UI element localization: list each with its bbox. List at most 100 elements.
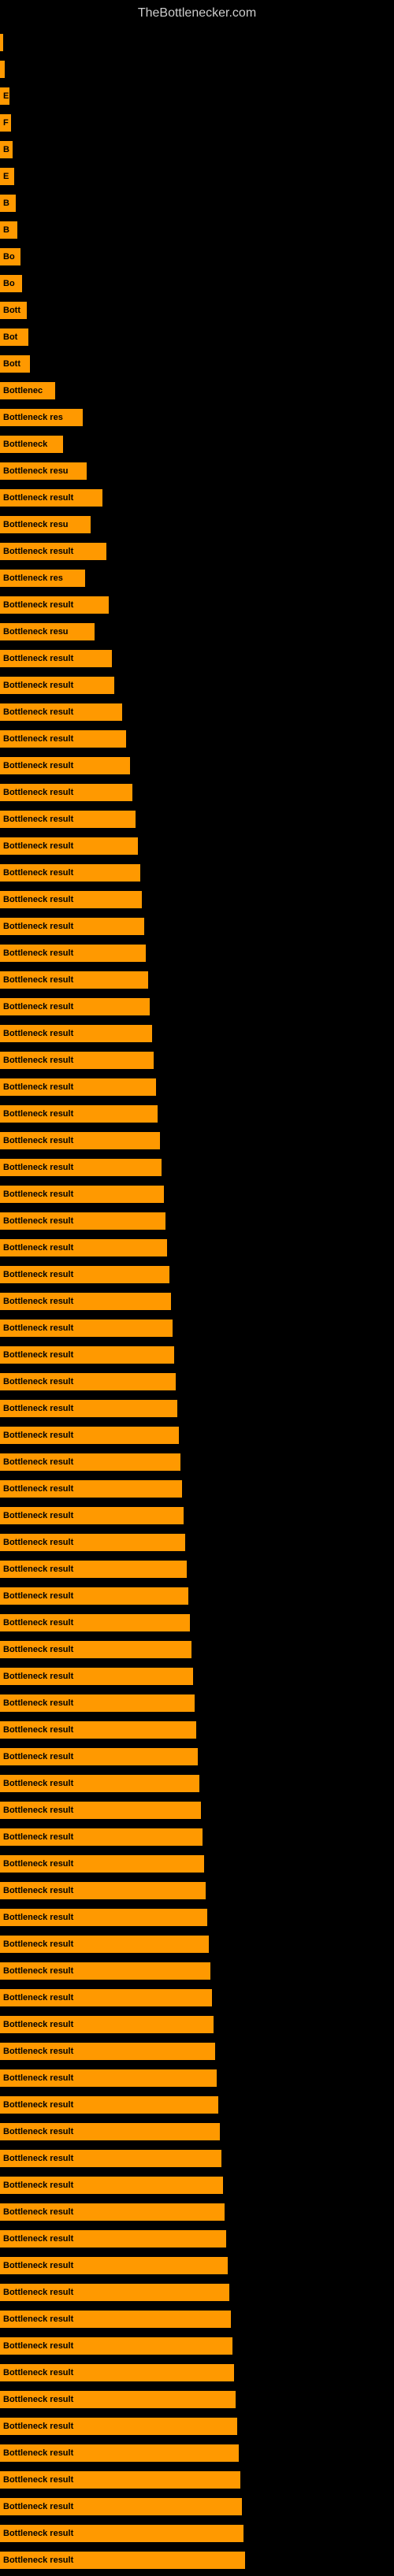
bar: Bottleneck result [0,2552,245,2569]
bar-row: Bottleneck resu [0,460,394,482]
bar-row: Bottleneck result [0,1424,394,1446]
bar-label: Bottleneck result [3,1270,73,1279]
bar-label: Bottleneck result [3,1323,73,1333]
bar: Bottleneck result [0,1480,182,1498]
bar: Bottleneck result [0,784,132,801]
bar-label: Bottleneck result [3,1672,73,1681]
bar-label: Bottleneck result [3,654,73,663]
bar-label: Bottleneck result [3,1056,73,1065]
bar: Bottleneck result [0,1989,212,2006]
bar-row: Bottleneck result [0,674,394,696]
bar-row: Bottleneck result [0,1585,394,1607]
bar: Bottleneck res [0,409,83,426]
bar [0,61,5,78]
bar: Bottleneck [0,436,63,453]
bar-label: Bottleneck result [3,868,73,878]
bar-row: Bottleneck result [0,1397,394,1420]
bar-label: Bottleneck result [3,1457,73,1467]
bar-label: Bottleneck result [3,1484,73,1494]
bar-row: Bo [0,273,394,295]
bar: Bottleneck result [0,2525,243,2542]
bar-label: Bottleneck result [3,1538,73,1547]
bar-label: Bottleneck result [3,1966,73,1976]
bar-row: Bottleneck result [0,1772,394,1795]
bar: Bottleneck result [0,1132,160,1149]
bar-label: Bottleneck result [3,1913,73,1922]
bar-label: Bott [3,306,20,315]
bar-label: Bottleneck result [3,1297,73,1306]
bar-row: Bottleneck result [0,1237,394,1259]
bar-row: Bottleneck result [0,1478,394,1500]
bar-row: B [0,139,394,161]
bar-label: Bottleneck result [3,1109,73,1119]
bar: Bottleneck result [0,2364,234,2381]
bar-label: Bottleneck result [3,2154,73,2163]
bar-label: Bottleneck result [3,841,73,851]
bar-label: Bottleneck result [3,1859,73,1869]
bar-row: Bottleneck result [0,1317,394,1339]
bar-row: B [0,219,394,241]
bar-label: Bottleneck result [3,734,73,744]
bar-label: F [3,118,9,128]
bar: Bottleneck result [0,998,150,1015]
bar: Bottleneck result [0,1239,167,1256]
bar-label: Bottleneck res [3,413,63,422]
bar-row: Bottleneck result [0,1987,394,2009]
bar: Bottleneck result [0,2311,231,2328]
bar: Bottleneck result [0,1802,201,1819]
bar-row: Bottleneck result [0,1264,394,1286]
bar-label: Bottleneck result [3,1190,73,1199]
bar-row: Bottleneck result [0,2121,394,2143]
bar-label: Bottleneck result [3,2341,73,2351]
bar-row: Bottleneck result [0,2415,394,2437]
bar-row: Bottleneck result [0,1612,394,1634]
bar-row: Bottleneck result [0,701,394,723]
bar-row: Bottleneck result [0,2228,394,2250]
bar: Bottleneck result [0,2069,217,2087]
bar-row: Bo [0,246,394,268]
bar: Bot [0,328,28,346]
bar-label: Bottleneck result [3,2047,73,2056]
bar-row: Bottleneck result [0,1826,394,1848]
bar-label: Bo [3,252,15,262]
bar-label: Bottleneck result [3,1752,73,1761]
bar-row: Bottleneck result [0,1880,394,1902]
bar: Bottleneck result [0,2203,225,2221]
bar-row: Bottleneck result [0,1746,394,1768]
bar: Bottleneck result [0,1962,210,1980]
bar-row: Bottleneck result [0,996,394,1018]
bar-label: Bottleneck result [3,1243,73,1253]
bar-label: Bottleneck result [3,815,73,824]
bar: Bottleneck result [0,1641,191,1658]
bar: Bottleneck resu [0,462,87,480]
bar-label: Bottleneck result [3,2314,73,2324]
bar-label: Bottleneck result [3,2020,73,2029]
bar-label: Bottleneck result [3,547,73,556]
bar: B [0,195,16,212]
bar-row: Bottleneck result [0,2442,394,2464]
bar-label: Bottleneck result [3,1993,73,2003]
bar: Bottleneck result [0,1453,180,1471]
bar-row: Bottleneck result [0,2389,394,2411]
bar-row: Bottleneck result [0,2067,394,2089]
bar-row: Bottleneck result [0,2094,394,2116]
bar: Bottleneck result [0,677,114,694]
bar-label: E [3,91,9,101]
bar: Bottleneck result [0,1694,195,1712]
bar-label: Bottleneck result [3,1002,73,1011]
bar-row: Bott [0,353,394,375]
bar-label: Bottleneck result [3,2100,73,2110]
bar-row: Bottleneck result [0,1344,394,1366]
bar-row: Bottleneck result [0,1371,394,1393]
bar-label: Bot [3,332,17,342]
bar-label: Bottleneck result [3,2261,73,2270]
bar: Bottleneck result [0,2230,226,2248]
bar-row: E [0,165,394,187]
bar: B [0,141,13,158]
bar: Bottleneck result [0,596,109,614]
bar: Bottleneck result [0,945,146,962]
bar-label: B [3,225,9,235]
bar-label: Bottleneck result [3,1698,73,1708]
bar-label: Bottleneck result [3,2073,73,2083]
bar-row: Bottleneck result [0,969,394,991]
